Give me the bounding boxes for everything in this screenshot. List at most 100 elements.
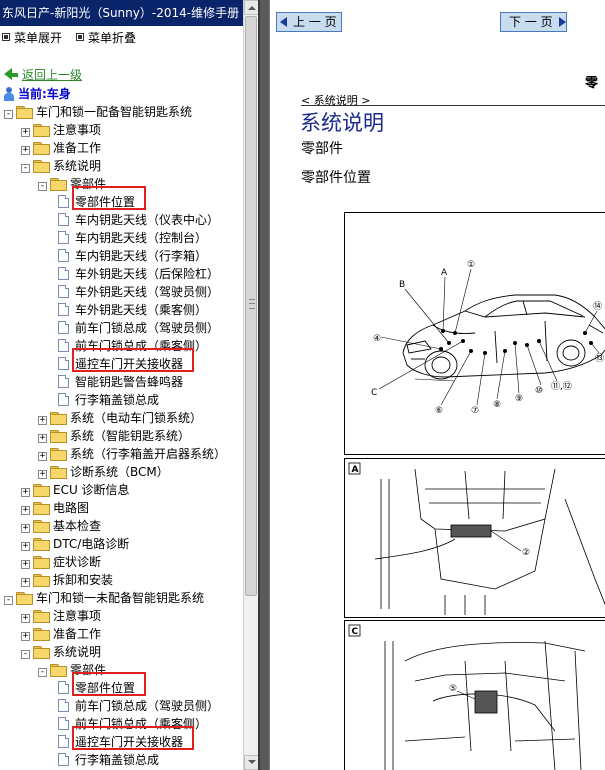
collapse-toggle-icon[interactable]: -	[21, 164, 30, 173]
tree-doc-item[interactable]: 车外钥匙天线（后保险杠）	[58, 265, 219, 283]
collapse-toggle-icon[interactable]: -	[38, 182, 47, 191]
folder-icon	[33, 124, 50, 137]
document-icon	[58, 285, 69, 298]
tree-doc-item[interactable]: 行李箱盖锁总成	[58, 751, 159, 769]
tree-folder-item[interactable]: + 注意事项	[21, 607, 101, 625]
expand-toggle-icon[interactable]: +	[21, 614, 30, 623]
expand-toggle-icon[interactable]: +	[38, 470, 47, 479]
expand-toggle-icon[interactable]: +	[21, 578, 30, 587]
tree-item-label: 注意事项	[53, 123, 102, 137]
tree-item-label: 拆卸和安装	[53, 573, 114, 587]
expand-toggle-icon[interactable]: +	[21, 506, 30, 515]
expand-toggle-icon[interactable]: +	[38, 452, 47, 461]
expand-toggle-icon[interactable]: +	[21, 146, 30, 155]
tree-folder-item[interactable]: + 诊断系统（BCM）	[38, 463, 169, 481]
expand-menu-button[interactable]: 菜单展开	[2, 30, 62, 46]
tree-item-label: ECU 诊断信息	[53, 483, 130, 497]
expand-toggle-icon[interactable]: +	[21, 524, 30, 533]
tree-doc-item[interactable]: 车内钥匙天线（控制台）	[58, 229, 207, 247]
expand-toggle-icon[interactable]: +	[38, 434, 47, 443]
back-link-text[interactable]: 返回上一级	[22, 68, 82, 82]
folder-icon	[33, 628, 50, 641]
tree-folder-item[interactable]: + DTC/电路诊断	[21, 535, 129, 553]
expand-toggle-icon[interactable]: +	[21, 488, 30, 497]
expand-toggle-icon[interactable]: +	[21, 542, 30, 551]
folder-icon	[16, 106, 33, 119]
tree-folder-item[interactable]: + 系统（电动车门锁系统）	[38, 409, 202, 427]
grip-icon	[249, 299, 255, 309]
tree-doc-item[interactable]: 车内钥匙天线（仪表中心）	[58, 211, 219, 229]
tree-folder-item[interactable]: + 症状诊断	[21, 553, 101, 571]
callout-c-label: C	[371, 388, 377, 398]
collapse-toggle-icon[interactable]: -	[21, 650, 30, 659]
tree-folder-item[interactable]: + 准备工作	[21, 625, 101, 643]
pane-splitter[interactable]	[258, 0, 270, 770]
tree-folder-item[interactable]: + 系统（行李箱盖开启器系统）	[38, 445, 226, 463]
expand-icon	[2, 33, 10, 41]
expand-toggle-icon[interactable]: +	[21, 128, 30, 137]
folder-icon	[33, 538, 50, 551]
car-diagram: A ① B ④ C ⑥ ⑦ ⑧ ⑨ ⑩ ⑪,⑫ ⑭ ⑬	[371, 260, 605, 416]
tree-folder-item[interactable]: + 拆卸和安装	[21, 571, 113, 589]
tree-doc-item[interactable]: 行李箱盖锁总成	[58, 391, 159, 409]
folder-icon	[33, 574, 50, 587]
back-arrow-tail	[12, 73, 18, 77]
expand-toggle-icon[interactable]: +	[21, 632, 30, 641]
folder-icon	[33, 520, 50, 533]
folder-icon	[50, 430, 67, 443]
prev-page-button[interactable]: 上 一 页	[276, 12, 342, 32]
tree-folder-item[interactable]: - 系统说明	[21, 157, 101, 175]
detail-a-diagram: A ②	[348, 462, 605, 615]
tree-folder-item[interactable]: + 基本检查	[21, 517, 101, 535]
tree-item-label: 准备工作	[53, 627, 102, 641]
tree-folder-item[interactable]: + 电路图	[21, 499, 89, 517]
document-icon	[58, 375, 69, 388]
document-icon	[58, 213, 69, 226]
folder-icon	[33, 142, 50, 155]
detail-c-letter: C	[352, 627, 359, 637]
tree-folder-item[interactable]: + 系统（智能钥匙系统）	[38, 427, 190, 445]
highlight-box	[72, 348, 194, 372]
tree-item-label: 前车门锁总成（驾驶员侧）	[75, 321, 220, 335]
folder-icon	[33, 484, 50, 497]
folder-icon	[50, 466, 67, 479]
detail-a-letter: A	[352, 465, 359, 475]
tree-doc-item[interactable]: 车内钥匙天线（行李箱）	[58, 247, 207, 265]
collapse-toggle-icon[interactable]: -	[4, 110, 13, 119]
tree-folder-item[interactable]: + 准备工作	[21, 139, 101, 157]
tree-item-label: 电路图	[53, 501, 90, 515]
highlight-box	[72, 186, 146, 210]
scroll-up-icon[interactable]	[244, 0, 258, 15]
tree-item-label: 行李箱盖锁总成	[75, 393, 160, 407]
tree-folder-item[interactable]: + ECU 诊断信息	[21, 481, 130, 499]
document-icon	[58, 303, 69, 316]
tree-doc-item[interactable]: 车外钥匙天线（乘客侧）	[58, 301, 207, 319]
tree-item-label: 车门和锁一配备智能钥匙系统	[36, 105, 193, 119]
tree-doc-item[interactable]: 前车门锁总成（驾驶员侧）	[58, 319, 219, 337]
expand-toggle-icon[interactable]: +	[21, 560, 30, 569]
component-location-figure: A ① B ④ C ⑥ ⑦ ⑧ ⑨ ⑩ ⑪,⑫ ⑭ ⑬	[344, 212, 605, 455]
collapse-toggle-icon[interactable]: -	[38, 668, 47, 677]
next-page-button[interactable]: 下 一 页	[500, 12, 567, 32]
collapse-toggle-icon[interactable]: -	[4, 596, 13, 605]
scroll-thumb[interactable]	[245, 16, 257, 596]
tree-folder-item[interactable]: - 车门和锁一配备智能钥匙系统	[4, 103, 192, 121]
expand-toggle-icon[interactable]: +	[38, 416, 47, 425]
back-link[interactable]: 返回上一级	[4, 66, 82, 82]
callout-7-label: ⑦	[471, 406, 479, 416]
tree-doc-item[interactable]: 智能钥匙警告蜂鸣器	[58, 373, 183, 391]
tree-folder-item[interactable]: - 车门和锁一未配备智能钥匙系统	[4, 589, 204, 607]
tree-item-label: 车外钥匙天线（乘客侧）	[75, 303, 208, 317]
tree-doc-item[interactable]: 前车门锁总成（驾驶员侧）	[58, 697, 219, 715]
scroll-down-icon[interactable]	[244, 755, 258, 770]
tree-item-label: 行李箱盖锁总成	[75, 753, 160, 767]
document-icon	[58, 717, 69, 730]
detail-c-figure: C ⑤	[344, 620, 605, 770]
tree-folder-item[interactable]: + 注意事项	[21, 121, 101, 139]
tree-folder-item[interactable]: - 系统说明	[21, 643, 101, 661]
tree-scrollbar[interactable]	[243, 0, 258, 770]
tree-doc-item[interactable]: 车外钥匙天线（驾驶员侧）	[58, 283, 219, 301]
document-icon	[58, 231, 69, 244]
collapse-menu-button[interactable]: 菜单折叠	[76, 30, 136, 46]
document-icon	[58, 339, 69, 352]
